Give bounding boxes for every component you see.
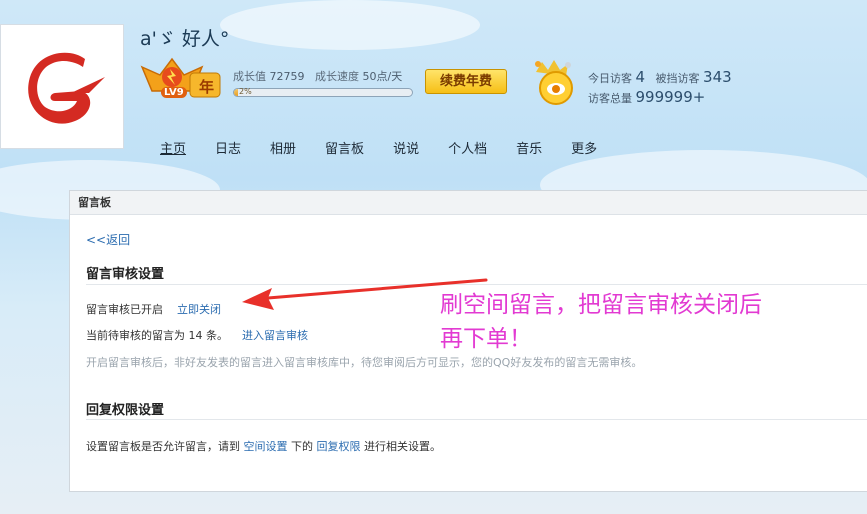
pending-row: 当前待审核的留言为 14 条。 进入留言审核	[86, 327, 308, 343]
visitor-crown-icon[interactable]	[522, 58, 582, 108]
visitor-stats-row1: 今日访客 4 被挡访客 343	[588, 68, 732, 86]
main-nav: 主页 日志 相册 留言板 说说 个人档 音乐 更多	[160, 138, 626, 157]
level-label: LV9	[161, 87, 187, 98]
growth-progress-bar	[233, 88, 413, 97]
nav-item-blog[interactable]: 日志	[215, 138, 241, 157]
review-note: 开启留言审核后，非好友发表的留言进入留言审核库中，待您审阅后方可显示，您的QQ好…	[86, 356, 643, 369]
growth-speed: 50点/天	[362, 70, 403, 83]
nav-item-more[interactable]: 更多	[571, 138, 597, 157]
nickname: a'ゞ 好人°	[140, 28, 230, 50]
nav-item-messageboard[interactable]: 留言板	[325, 138, 364, 157]
reply-settings-row: 设置留言板是否允许留言，请到 空间设置 下的 回复权限 进行相关设置。	[86, 440, 441, 453]
total-visitors: 999999+	[635, 88, 706, 106]
blocked-visitors: 343	[703, 68, 732, 86]
space-settings-link[interactable]: 空间设置	[244, 440, 288, 453]
divider	[86, 419, 867, 420]
panel-title: 留言板	[70, 191, 867, 215]
double-chevron-left-icon: <<	[86, 233, 107, 247]
enter-review-link[interactable]: 进入留言审核	[242, 329, 308, 342]
reply-settings-title: 回复权限设置	[86, 403, 165, 418]
nav-item-home[interactable]: 主页	[160, 138, 186, 157]
back-link[interactable]: <<返回	[86, 231, 130, 248]
growth-value: 72759	[269, 70, 305, 83]
today-visitors: 4	[635, 68, 646, 86]
avatar-logo-icon	[28, 52, 105, 124]
annotation-text: 刷空间留言，把留言审核关闭后 再下单！	[440, 292, 762, 352]
visitor-stats-row2: 访客总量 999999+	[588, 88, 706, 106]
reply-permission-link[interactable]: 回复权限	[317, 440, 361, 453]
nav-item-profile[interactable]: 个人档	[448, 138, 487, 157]
review-status-text: 留言审核已开启	[86, 303, 163, 316]
renew-annual-button[interactable]: 续费年费	[425, 69, 507, 94]
review-status-row: 留言审核已开启 立即关闭	[86, 301, 221, 317]
review-settings-title: 留言审核设置	[86, 267, 165, 282]
nav-item-album[interactable]: 相册	[270, 138, 296, 157]
close-review-link[interactable]: 立即关闭	[177, 303, 221, 316]
nav-item-shuoshuo[interactable]: 说说	[393, 138, 419, 157]
avatar[interactable]	[0, 24, 124, 149]
growth-info: 成长值 72759 成长速度 50点/天	[233, 70, 403, 83]
pending-count-text: 当前待审核的留言为 14 条。	[86, 329, 228, 342]
year-badge: 年	[199, 78, 215, 96]
nav-item-music[interactable]: 音乐	[516, 138, 542, 157]
progress-text: 2%	[239, 87, 252, 96]
